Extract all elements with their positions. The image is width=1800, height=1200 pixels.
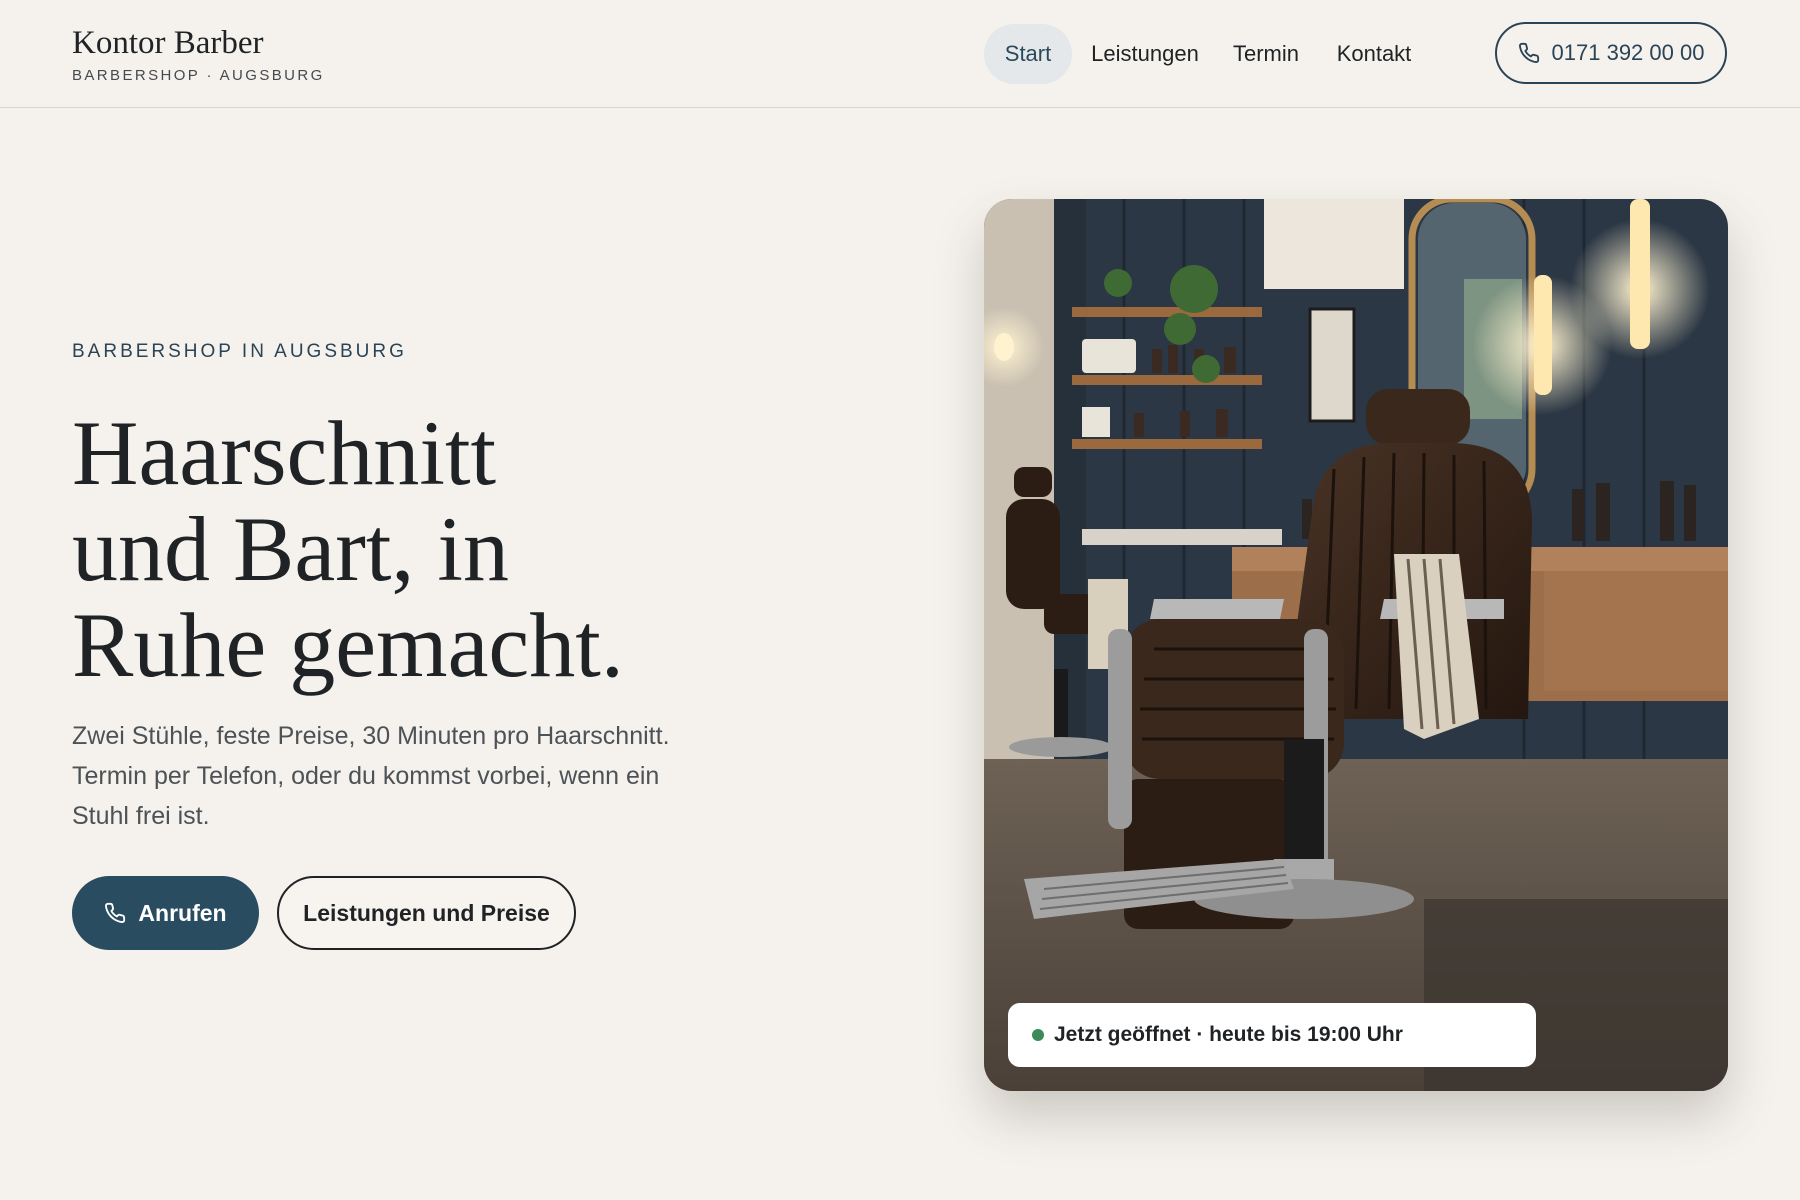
headline-line-3: Ruhe gemacht. bbox=[72, 594, 624, 696]
brand-name: Kontor Barber bbox=[72, 25, 264, 61]
phone-icon bbox=[105, 902, 126, 923]
nav-item-leistungen[interactable]: Leistungen bbox=[1085, 24, 1205, 84]
opening-status-badge: Jetzt geöffnet · heute bis 19:00 Uhr bbox=[1008, 1003, 1536, 1067]
barber-chair-illustration bbox=[984, 199, 1728, 1091]
header-phone-button[interactable]: 0171 392 00 00 bbox=[1495, 22, 1727, 84]
header-phone-label: 0171 392 00 00 bbox=[1551, 40, 1705, 65]
nav-item-termin[interactable]: Termin bbox=[1223, 24, 1309, 84]
nav-item-kontakt[interactable]: Kontakt bbox=[1327, 24, 1421, 84]
site-header: Kontor Barber BARBERSHOP · AUGSBURG Star… bbox=[0, 0, 1800, 108]
phone-icon bbox=[1518, 42, 1539, 63]
call-button-label: Anrufen bbox=[138, 899, 227, 926]
services-prices-button[interactable]: Leistungen und Preise bbox=[277, 876, 576, 950]
brand-logo[interactable]: Kontor Barber BARBERSHOP · AUGSBURG bbox=[72, 24, 325, 84]
call-button[interactable]: Anrufen bbox=[72, 876, 259, 950]
headline-line-2: und Bart, in bbox=[72, 498, 509, 600]
brand-subtitle: BARBERSHOP · AUGSBURG bbox=[72, 67, 325, 84]
hero-lead: Zwei Stühle, feste Preise, 30 Minuten pr… bbox=[72, 722, 670, 830]
hero-headline: Haarschnitt und Bart, in Ruhe gemacht. bbox=[72, 405, 832, 693]
status-dot-icon bbox=[1032, 1029, 1044, 1041]
barbershop-photo bbox=[984, 199, 1728, 1091]
opening-status-text: Jetzt geöffnet · heute bis 19:00 Uhr bbox=[1054, 1023, 1403, 1046]
nav-item-start[interactable]: Start bbox=[984, 24, 1072, 84]
headline-line-1: Haarschnitt bbox=[72, 402, 497, 504]
hero-eyebrow: BARBERSHOP IN AUGSBURG bbox=[72, 341, 407, 362]
